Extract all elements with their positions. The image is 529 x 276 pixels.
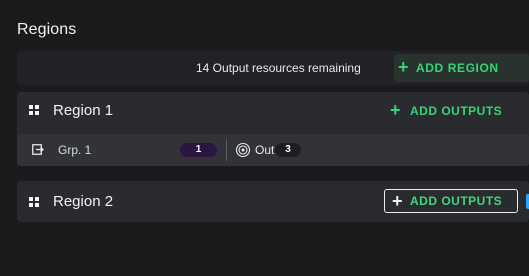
divider: [226, 139, 227, 161]
region-card-1: Region 1 + ADD OUTPUTS Grp. 1 1 Out 3: [17, 92, 529, 166]
plus-icon: +: [390, 100, 402, 120]
plus-icon: +: [392, 191, 404, 211]
output-count-badge: 3: [275, 143, 301, 157]
resources-remaining-text: 14 Output resources remaining: [196, 61, 361, 75]
add-outputs-label: ADD OUTPUTS: [410, 104, 503, 118]
add-outputs-button-region-2[interactable]: + ADD OUTPUTS: [384, 189, 518, 213]
output-label: Out: [255, 143, 275, 157]
group-count-badge: 1: [180, 143, 217, 157]
add-region-button[interactable]: + ADD REGION: [394, 54, 529, 82]
region-name-2: Region 2: [53, 193, 114, 210]
plus-icon: +: [398, 57, 410, 77]
regions-toolbar: 14 Output resources remaining + ADD REGI…: [17, 51, 529, 85]
group-name: Grp. 1: [58, 143, 92, 157]
add-outputs-button-region-1[interactable]: + ADD OUTPUTS: [390, 98, 502, 124]
grid-icon: [29, 105, 39, 115]
region-header-1[interactable]: Region 1 + ADD OUTPUTS: [17, 92, 529, 130]
add-outputs-label: ADD OUTPUTS: [410, 194, 503, 208]
panel-title: Regions: [17, 21, 77, 38]
region-card-2: Region 2 + ADD OUTPUTS: [17, 181, 529, 222]
region-header-2[interactable]: Region 2 + ADD OUTPUTS: [17, 181, 529, 222]
group-row[interactable]: Grp. 1 1 Out 3: [17, 134, 529, 166]
group-icon: [32, 144, 44, 155]
region-name-1: Region 1: [53, 102, 114, 119]
output-icon: [235, 142, 251, 158]
regions-panel: Regions 14 Output resources remaining + …: [0, 0, 529, 276]
add-region-label: ADD REGION: [416, 61, 499, 75]
grid-icon: [29, 197, 39, 207]
